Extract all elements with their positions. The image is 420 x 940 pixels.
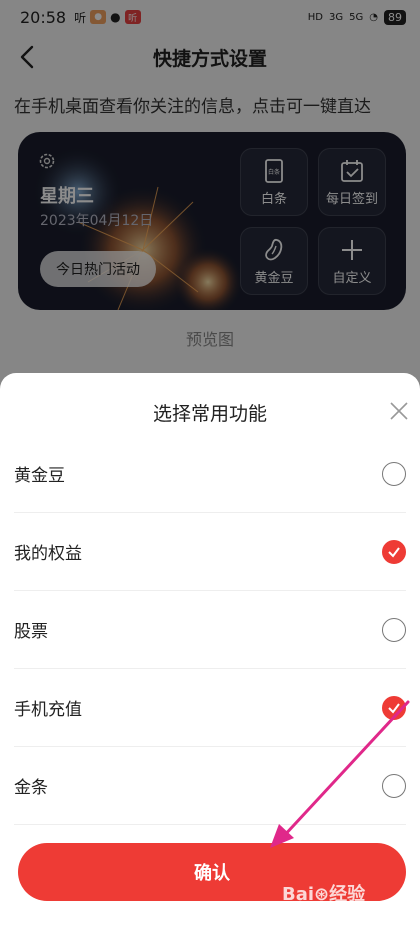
option-row[interactable]: 股票 [14, 591, 406, 669]
option-label: 手机充值 [14, 700, 82, 720]
radio-unchecked-icon[interactable] [382, 617, 406, 642]
option-row[interactable]: 黄金豆 [14, 435, 406, 513]
option-row[interactable]: 金条 [14, 747, 406, 825]
option-label: 我的权益 [14, 544, 82, 564]
checkmark-checked-icon[interactable] [382, 539, 406, 564]
sheet-title: 选择常用功能 [152, 403, 267, 425]
radio-unchecked-icon[interactable] [382, 461, 406, 486]
option-label: 黄金豆 [14, 466, 65, 486]
option-row[interactable]: 手机充值 [14, 669, 406, 747]
watermark-logo: Bai⊛经验 [282, 884, 366, 905]
option-label: 金条 [14, 778, 48, 798]
option-row[interactable]: 我的权益 [14, 513, 406, 591]
close-icon[interactable] [388, 400, 410, 422]
radio-unchecked-icon[interactable] [382, 773, 406, 798]
checkmark-checked-icon[interactable] [382, 695, 406, 720]
option-label: 股票 [14, 622, 48, 642]
